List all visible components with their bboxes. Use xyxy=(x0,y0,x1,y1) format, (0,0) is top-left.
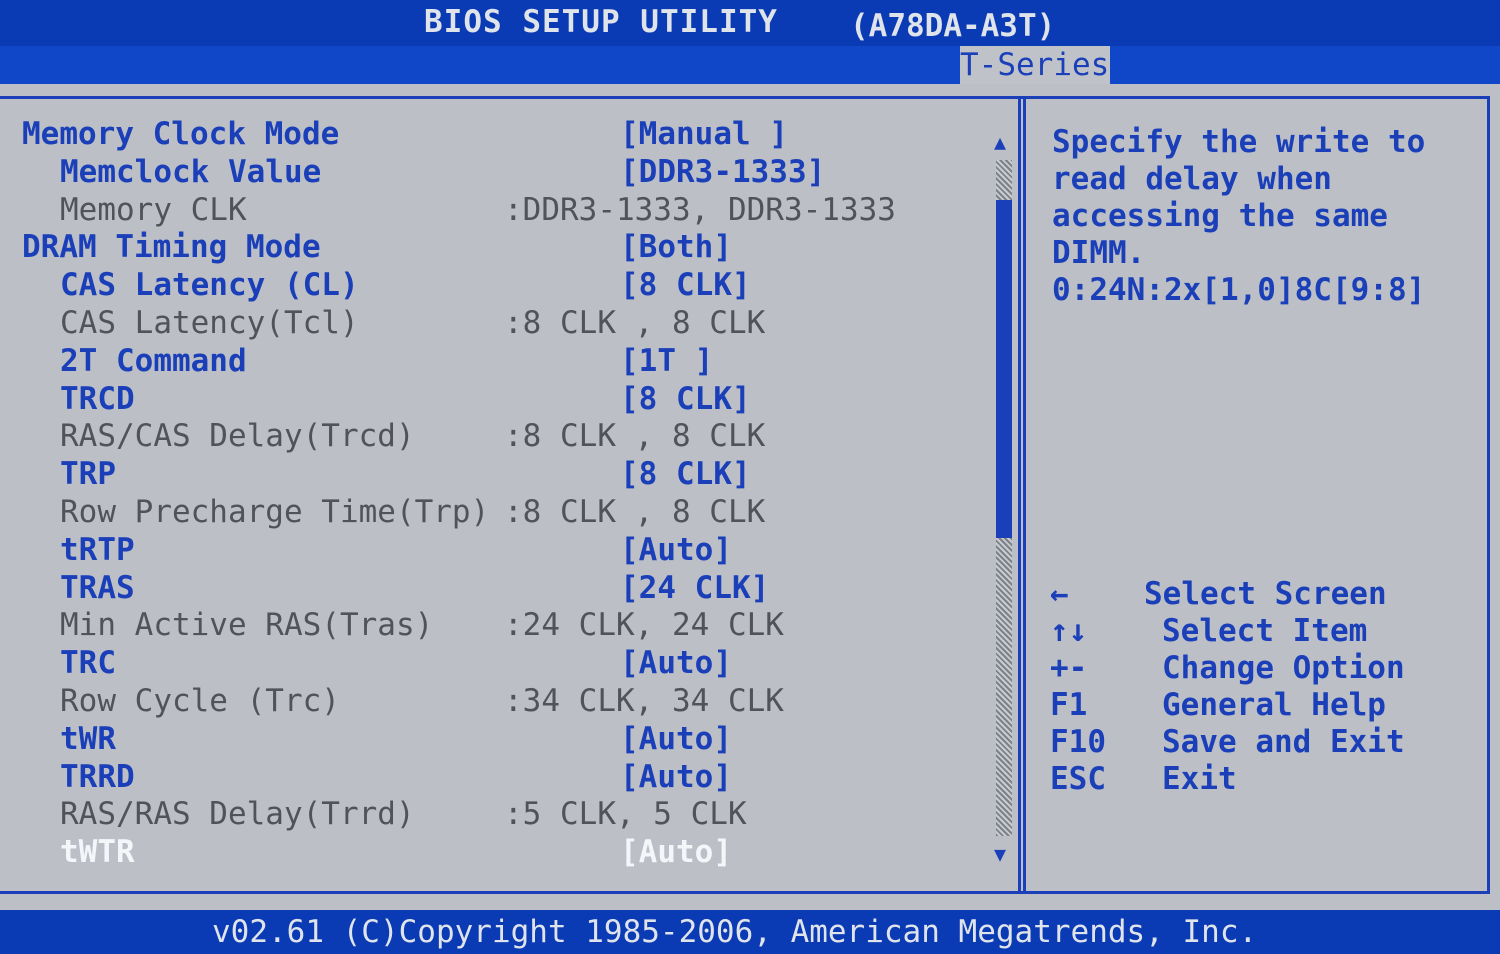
plus-minus-key: +- xyxy=(1050,650,1088,686)
info-row-min-active-ras: Min Active RAS(Tras) :24 CLK, 24 CLK xyxy=(0,607,990,645)
key-description: Save and Exit xyxy=(1162,724,1405,760)
info-label: Row Cycle (Trc) xyxy=(60,682,340,719)
setting-row-memory-clock-mode[interactable]: Memory Clock Mode [Manual ] xyxy=(0,116,990,154)
setting-value[interactable]: [8 CLK] xyxy=(620,456,751,494)
help-text-line: 0:24N:2x[1,0]8C[9:8] xyxy=(1052,272,1426,308)
info-label: CAS Latency(Tcl) xyxy=(60,304,359,341)
key-row-exit: ESC Exit xyxy=(1050,761,1490,798)
setting-value[interactable]: [8 CLK] xyxy=(620,267,751,305)
key-row-change-option: +- Change Option xyxy=(1050,650,1490,687)
key-row-general-help: F1 General Help xyxy=(1050,687,1490,724)
f1-key: F1 xyxy=(1050,687,1088,723)
key-legend: ← Select Screen ↑↓ Select Item +- Change… xyxy=(1050,576,1490,798)
setting-row-trcd[interactable]: TRCD [8 CLK] xyxy=(0,381,990,419)
info-value: :8 CLK , 8 CLK xyxy=(504,418,766,455)
setting-row-tras[interactable]: TRAS [24 CLK] xyxy=(0,570,990,608)
setting-value[interactable]: [8 CLK] xyxy=(620,381,751,419)
setting-value[interactable]: [24 CLK] xyxy=(620,570,769,608)
setting-value[interactable]: [Auto] xyxy=(620,532,732,570)
info-label: Min Active RAS(Tras) xyxy=(60,607,434,644)
setting-value[interactable]: [1T ] xyxy=(620,343,713,381)
setting-label: TRCD xyxy=(60,380,135,417)
info-label: Row Precharge Time(Trp) xyxy=(60,493,490,530)
setting-label: DRAM Timing Mode xyxy=(22,229,321,266)
info-row-cas-latency-tcl: CAS Latency(Tcl) :8 CLK , 8 CLK xyxy=(0,305,990,343)
key-row-select-item: ↑↓ Select Item xyxy=(1050,613,1490,650)
copyright-text: v02.61 (C)Copyright 1985-2006, American … xyxy=(212,914,1258,950)
setting-label: 2T Command xyxy=(60,342,247,379)
f10-key: F10 xyxy=(1050,724,1106,760)
panel-divider xyxy=(1018,96,1026,894)
setting-label: tRTP xyxy=(60,531,135,568)
setting-label: TRC xyxy=(60,645,116,682)
footer-bar: v02.61 (C)Copyright 1985-2006, American … xyxy=(0,910,1500,954)
info-row-ras-cas-delay: RAS/CAS Delay(Trcd) :8 CLK , 8 CLK xyxy=(0,418,990,456)
info-label: Memory CLK xyxy=(60,191,247,228)
info-value: :8 CLK , 8 CLK xyxy=(504,304,766,341)
help-text-line: accessing the same xyxy=(1052,198,1388,234)
esc-key: ESC xyxy=(1050,761,1106,797)
setting-label: Memclock Value xyxy=(60,153,322,190)
tab-bar: T-Series xyxy=(0,46,1500,87)
info-value: :34 CLK, 34 CLK xyxy=(504,682,784,719)
setting-label: tWTR xyxy=(60,834,135,871)
info-label: RAS/RAS Delay(Trrd) xyxy=(60,796,415,833)
setting-value[interactable]: [Both] xyxy=(620,229,732,267)
setting-row-cas-latency[interactable]: CAS Latency (CL) [8 CLK] xyxy=(0,267,990,305)
info-value: :8 CLK , 8 CLK xyxy=(504,493,766,530)
key-description: Select Item xyxy=(1162,613,1368,649)
bios-title: BIOS SETUP UTILITY xyxy=(424,4,778,40)
info-value: :DDR3-1333, DDR3-1333 xyxy=(504,191,896,228)
setting-row-2t-command[interactable]: 2T Command [1T ] xyxy=(0,343,990,381)
scroll-down-arrow-icon[interactable]: ▼ xyxy=(994,842,1006,866)
info-row-row-cycle: Row Cycle (Trc) :34 CLK, 34 CLK xyxy=(0,683,990,721)
settings-list: Memory Clock Mode [Manual ] Memclock Val… xyxy=(0,116,990,872)
key-description: Exit xyxy=(1162,761,1237,797)
setting-row-trp[interactable]: TRP [8 CLK] xyxy=(0,456,990,494)
help-text-line: Specify the write to xyxy=(1052,124,1426,160)
title-bar: BIOS SETUP UTILITY (A78DA-A3T) xyxy=(0,0,1500,46)
key-description: Change Option xyxy=(1162,650,1405,686)
info-value: :24 CLK, 24 CLK xyxy=(504,607,784,644)
board-model: (A78DA-A3T) xyxy=(850,8,1056,44)
setting-row-trtp[interactable]: tRTP [Auto] xyxy=(0,532,990,570)
help-text-line: read delay when xyxy=(1052,161,1332,197)
setting-value[interactable]: [Auto] xyxy=(620,759,732,797)
key-row-save-and-exit: F10 Save and Exit xyxy=(1050,724,1490,761)
setting-row-trc[interactable]: TRC [Auto] xyxy=(0,645,990,683)
info-row-ras-ras-delay: RAS/RAS Delay(Trrd) :5 CLK, 5 CLK xyxy=(0,796,990,834)
setting-value[interactable]: [Auto] xyxy=(620,645,732,683)
tab-t-series[interactable]: T-Series xyxy=(960,46,1110,84)
left-arrow-icon: ← xyxy=(1050,576,1069,612)
setting-row-memclock-value[interactable]: Memclock Value [DDR3-1333] xyxy=(0,154,990,192)
key-description: General Help xyxy=(1162,687,1386,723)
setting-label: TRRD xyxy=(60,758,135,795)
setting-label: tWR xyxy=(60,720,116,757)
setting-value[interactable]: [Auto] xyxy=(620,834,732,872)
setting-value[interactable]: [Manual ] xyxy=(620,116,788,154)
setting-value[interactable]: [DDR3-1333] xyxy=(620,154,825,192)
key-description: Select Screen xyxy=(1144,576,1387,612)
setting-row-dram-timing-mode[interactable]: DRAM Timing Mode [Both] xyxy=(0,229,990,267)
setting-label: CAS Latency (CL) xyxy=(60,267,359,304)
setting-row-twr[interactable]: tWR [Auto] xyxy=(0,721,990,759)
scroll-up-arrow-icon[interactable]: ▲ xyxy=(994,130,1006,154)
info-label: RAS/CAS Delay(Trcd) xyxy=(60,418,415,455)
key-row-select-screen: ← Select Screen xyxy=(1050,576,1490,613)
setting-label: TRP xyxy=(60,456,116,493)
setting-row-twtr-selected[interactable]: tWTR [Auto] xyxy=(0,834,990,872)
setting-value[interactable]: [Auto] xyxy=(620,721,732,759)
scrollbar-thumb[interactable] xyxy=(996,200,1012,538)
help-panel: Specify the write to read delay when acc… xyxy=(1052,124,1482,309)
setting-label: Memory Clock Mode xyxy=(22,116,340,152)
info-row-row-precharge-time: Row Precharge Time(Trp) :8 CLK , 8 CLK xyxy=(0,494,990,532)
setting-label: TRAS xyxy=(60,569,135,606)
info-value: :5 CLK, 5 CLK xyxy=(504,796,747,833)
setting-row-trrd[interactable]: TRRD [Auto] xyxy=(0,759,990,797)
info-row-memory-clk: Memory CLK :DDR3-1333, DDR3-1333 xyxy=(0,192,990,230)
help-text-line: DIMM. xyxy=(1052,235,1146,271)
up-down-arrows-icon: ↑↓ xyxy=(1050,613,1088,649)
